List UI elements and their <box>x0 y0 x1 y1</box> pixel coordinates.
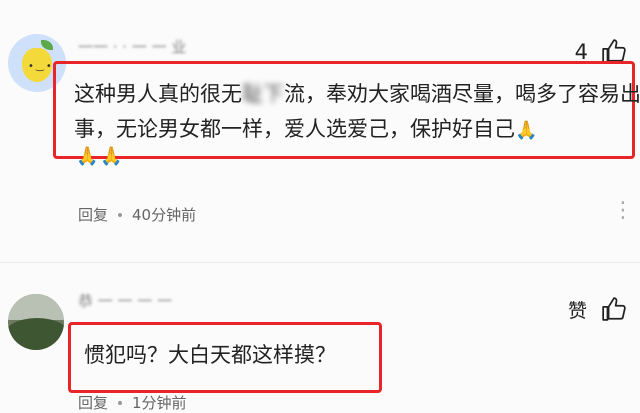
comment-text-part: 这种男人真的很无 <box>74 82 242 106</box>
timestamp: 1分钟前 <box>132 394 187 412</box>
comment-meta: 回复 40分钟前 <box>78 204 196 225</box>
avatar-image <box>8 294 64 320</box>
username[interactable]: 恭 一 一 一 一 <box>78 290 172 311</box>
username[interactable]: 一一 · · 一 一 业 <box>78 36 186 57</box>
separator-dot <box>118 400 123 405</box>
separator-dot <box>118 212 123 217</box>
comment-text: 这种男人真的很无耻下流，奉劝大家喝酒尽量，喝多了容易出事，无论男女都一样，爱人选… <box>74 77 640 148</box>
divider <box>0 262 640 263</box>
timestamp: 40分钟前 <box>132 206 197 224</box>
pray-emoji-icon: 🙏🙏 <box>76 146 125 167</box>
avatar-face-detail: •‿• <box>28 61 54 72</box>
pray-emoji-icon: 🙏 <box>515 120 538 141</box>
more-icon[interactable]: ⋮ <box>612 200 634 222</box>
comment-meta: 回复 1分钟前 <box>78 392 187 413</box>
reply-button[interactable]: 回复 <box>78 204 108 225</box>
comment-text: 惯犯吗？大白天都这样摸？ <box>84 343 336 367</box>
like-label: 赞 <box>568 300 588 322</box>
avatar-image <box>8 318 64 350</box>
avatar[interactable] <box>8 294 64 350</box>
thumbs-up-icon[interactable] <box>601 296 627 322</box>
reply-button[interactable]: 回复 <box>78 392 108 413</box>
obscured-text: 耻下 <box>242 82 284 106</box>
